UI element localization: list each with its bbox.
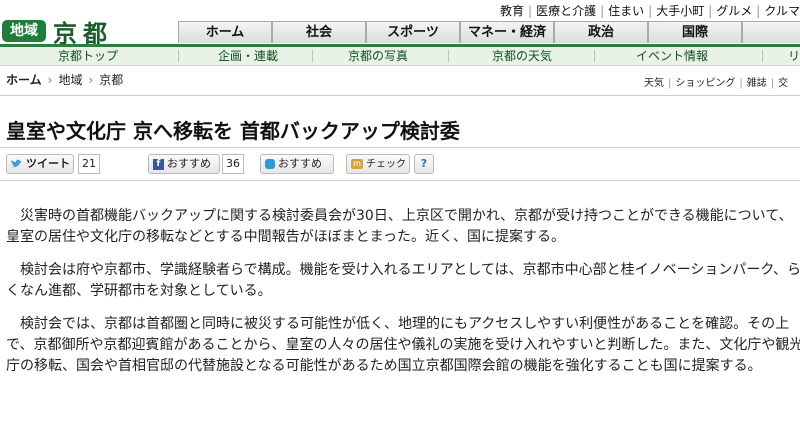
facebook-recommend-button[interactable]: f おすすめ: [148, 154, 220, 174]
service-link-magazine[interactable]: 雑誌: [747, 78, 767, 89]
nav-tab-more[interactable]: [742, 21, 800, 43]
divider: [448, 50, 449, 62]
nav-tab-home[interactable]: ホーム: [178, 21, 272, 43]
help-button[interactable]: ?: [414, 154, 434, 174]
facebook-count: 36: [222, 154, 244, 174]
subnav-kyoto-top[interactable]: 京都トップ: [58, 47, 118, 65]
util-link-housing[interactable]: 住まい: [608, 4, 644, 18]
tweet-label: ツイート: [26, 157, 70, 170]
divider: [0, 147, 800, 148]
facebook-label: おすすめ: [167, 157, 211, 170]
breadcrumb-separator-icon: ›: [88, 73, 94, 87]
divider: [594, 50, 595, 62]
breadcrumb-separator-icon: ›: [47, 73, 53, 87]
divider: |: [708, 4, 713, 18]
check-label: チェック: [366, 159, 406, 170]
mixi-recommend-button[interactable]: おすすめ: [260, 154, 334, 174]
divider: |: [600, 4, 605, 18]
divider: |: [739, 78, 743, 89]
tweet-button[interactable]: ツイート: [6, 154, 74, 174]
article-body: 災害時の首都機能バックアップに関する検討委員会が30日、上京区で開かれ、京都が受…: [6, 206, 800, 389]
divider: [762, 50, 763, 62]
subnav-events[interactable]: イベント情報: [636, 47, 708, 65]
divider: |: [770, 78, 775, 89]
subnav-features[interactable]: 企画・連載: [218, 47, 278, 65]
util-link-education[interactable]: 教育: [500, 4, 524, 18]
utility-links: 教育 | 医療と介護 | 住まい | 大手小町 | グルメ | クルマ: [500, 2, 800, 20]
divider: [0, 180, 800, 181]
tweet-count: 21: [78, 154, 100, 174]
region-badge[interactable]: 地域: [2, 20, 46, 42]
mixi-check-button[interactable]: m チェック: [346, 154, 410, 174]
nav-tab-society[interactable]: 社会: [272, 21, 366, 43]
subnav-weather[interactable]: 京都の天気: [492, 47, 552, 65]
sub-nav: 京都トップ 企画・連載 京都の写真 京都の天気 イベント情報 リ: [0, 47, 800, 66]
divider: [0, 95, 800, 96]
nav-tab-sports[interactable]: スポーツ: [366, 21, 460, 43]
article-headline: 皇室や文化庁 京へ移転を 首都バックアップ検討委: [6, 119, 460, 143]
divider: |: [668, 78, 672, 89]
divider: |: [756, 4, 761, 18]
article-paragraph: 検討会では、京都は首都圏と同時に被災する可能性が低く、地理的にもアクセスしやすい…: [6, 316, 800, 374]
divider: |: [648, 4, 653, 18]
divider: |: [528, 4, 533, 18]
breadcrumb-region[interactable]: 地域: [58, 73, 82, 87]
util-link-gourmet[interactable]: グルメ: [716, 4, 752, 18]
facebook-icon: f: [153, 158, 164, 170]
check-icon: m: [351, 159, 363, 169]
util-link-otemachi[interactable]: 大手小町: [656, 4, 704, 18]
article-paragraph: 検討会は府や京都市、学識経験者らで構成。機能を受け入れるエリアとしては、京都市中…: [6, 262, 800, 299]
breadcrumb-home[interactable]: ホーム: [6, 73, 42, 87]
util-link-medical[interactable]: 医療と介護: [536, 4, 596, 18]
subnav-photos[interactable]: 京都の写真: [348, 47, 408, 65]
twitter-bird-icon: [11, 159, 22, 168]
divider: [312, 50, 313, 62]
article-paragraph: 災害時の首都機能バックアップに関する検討委員会が30日、上京区で開かれ、京都が受…: [6, 208, 793, 245]
util-link-car[interactable]: クルマ: [764, 4, 800, 18]
mixi-label: おすすめ: [278, 157, 322, 170]
service-link-shopping[interactable]: ショッピング: [675, 78, 735, 89]
mixi-icon: [265, 159, 275, 169]
nav-tab-politics[interactable]: 政治: [554, 21, 648, 43]
nav-tab-international[interactable]: 国際: [648, 21, 742, 43]
service-link-weather[interactable]: 天気: [644, 78, 664, 89]
breadcrumb: ホーム › 地域 › 京都: [6, 71, 123, 88]
subnav-more[interactable]: リ: [788, 47, 800, 65]
divider: [178, 50, 179, 62]
nav-tab-money[interactable]: マネー・経済: [460, 21, 554, 43]
service-links: 天気 | ショッピング | 雑誌 | 交: [644, 74, 788, 89]
breadcrumb-current: 京都: [99, 73, 124, 87]
service-link-traffic[interactable]: 交: [778, 78, 788, 89]
main-nav: ホーム 社会 スポーツ マネー・経済 政治 国際: [178, 21, 800, 45]
